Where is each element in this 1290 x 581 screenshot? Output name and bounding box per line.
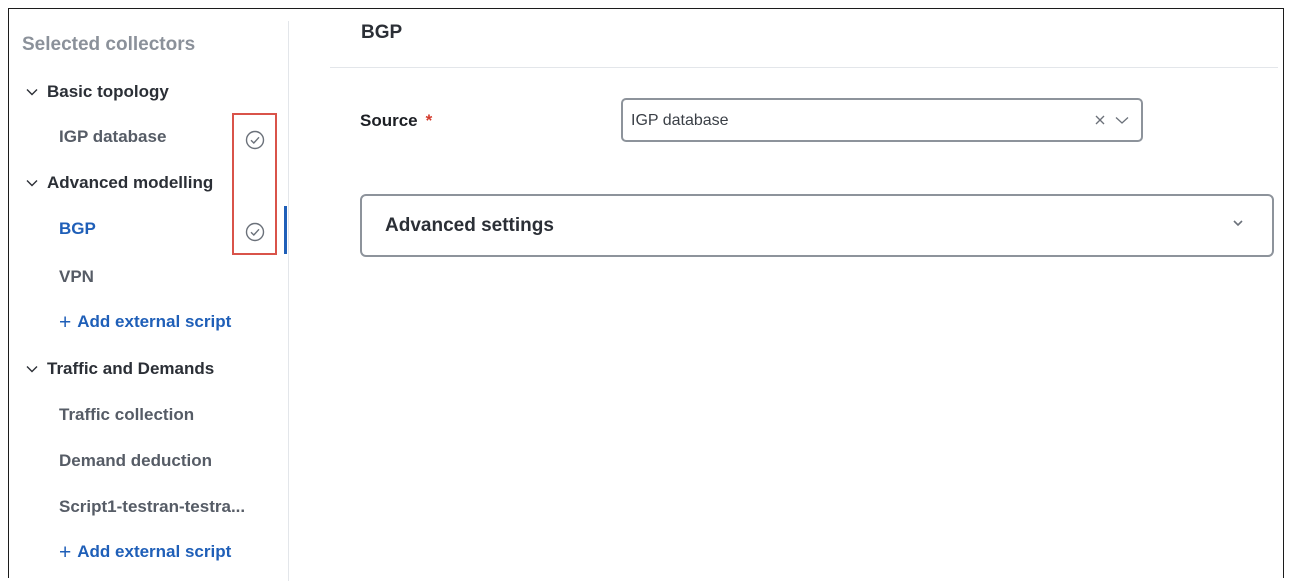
sidebar-item-bgp[interactable]: BGP [59, 219, 96, 239]
sidebar-divider [288, 21, 289, 581]
sidebar-item-igp-database[interactable]: IGP database [59, 127, 166, 147]
group-label: Basic topology [47, 82, 169, 101]
add-link-label: Add external script [77, 542, 232, 561]
source-label-text: Source [360, 111, 418, 130]
source-field-label: Source * [360, 111, 432, 131]
group-header-advanced-modelling[interactable]: Advanced modelling [25, 173, 213, 193]
annotation-highlight-box [232, 113, 277, 255]
plus-icon: + [59, 541, 72, 564]
sidebar-item-demand-deduction[interactable]: Demand deduction [59, 451, 212, 471]
plus-icon: + [59, 311, 72, 334]
accordion-label: Advanced settings [385, 215, 554, 236]
chevron-down-icon[interactable] [1114, 113, 1130, 127]
sidebar-item-script1[interactable]: Script1-testran-testra... [59, 497, 245, 517]
chevron-down-icon [26, 366, 38, 373]
page-title: BGP [361, 22, 403, 43]
sidebar: Selected collectors Basic topology IGP d… [9, 9, 289, 579]
group-label: Advanced modelling [47, 173, 214, 192]
header-divider [330, 67, 1278, 68]
add-external-script-link[interactable]: + Add external script [59, 311, 231, 335]
active-item-indicator [284, 206, 287, 254]
sidebar-title: Selected collectors [22, 34, 196, 55]
chevron-down-icon [26, 180, 38, 187]
add-external-script-link[interactable]: + Add external script [59, 541, 231, 565]
source-select-value: IGP database [631, 112, 729, 129]
group-header-traffic-and-demands[interactable]: Traffic and Demands [25, 359, 214, 379]
chevron-down-icon [1233, 220, 1243, 227]
source-select[interactable]: IGP database [621, 98, 1143, 142]
sidebar-item-traffic-collection[interactable]: Traffic collection [59, 405, 194, 425]
group-label: Traffic and Demands [47, 359, 215, 378]
required-indicator: * [425, 111, 433, 130]
group-header-basic-topology[interactable]: Basic topology [25, 82, 169, 102]
chevron-down-icon [26, 89, 38, 96]
sidebar-item-vpn[interactable]: VPN [59, 267, 94, 287]
add-link-label: Add external script [77, 312, 232, 331]
app-frame: Selected collectors Basic topology IGP d… [8, 8, 1284, 581]
clear-icon[interactable] [1093, 113, 1107, 127]
advanced-settings-accordion[interactable]: Advanced settings [360, 194, 1274, 257]
